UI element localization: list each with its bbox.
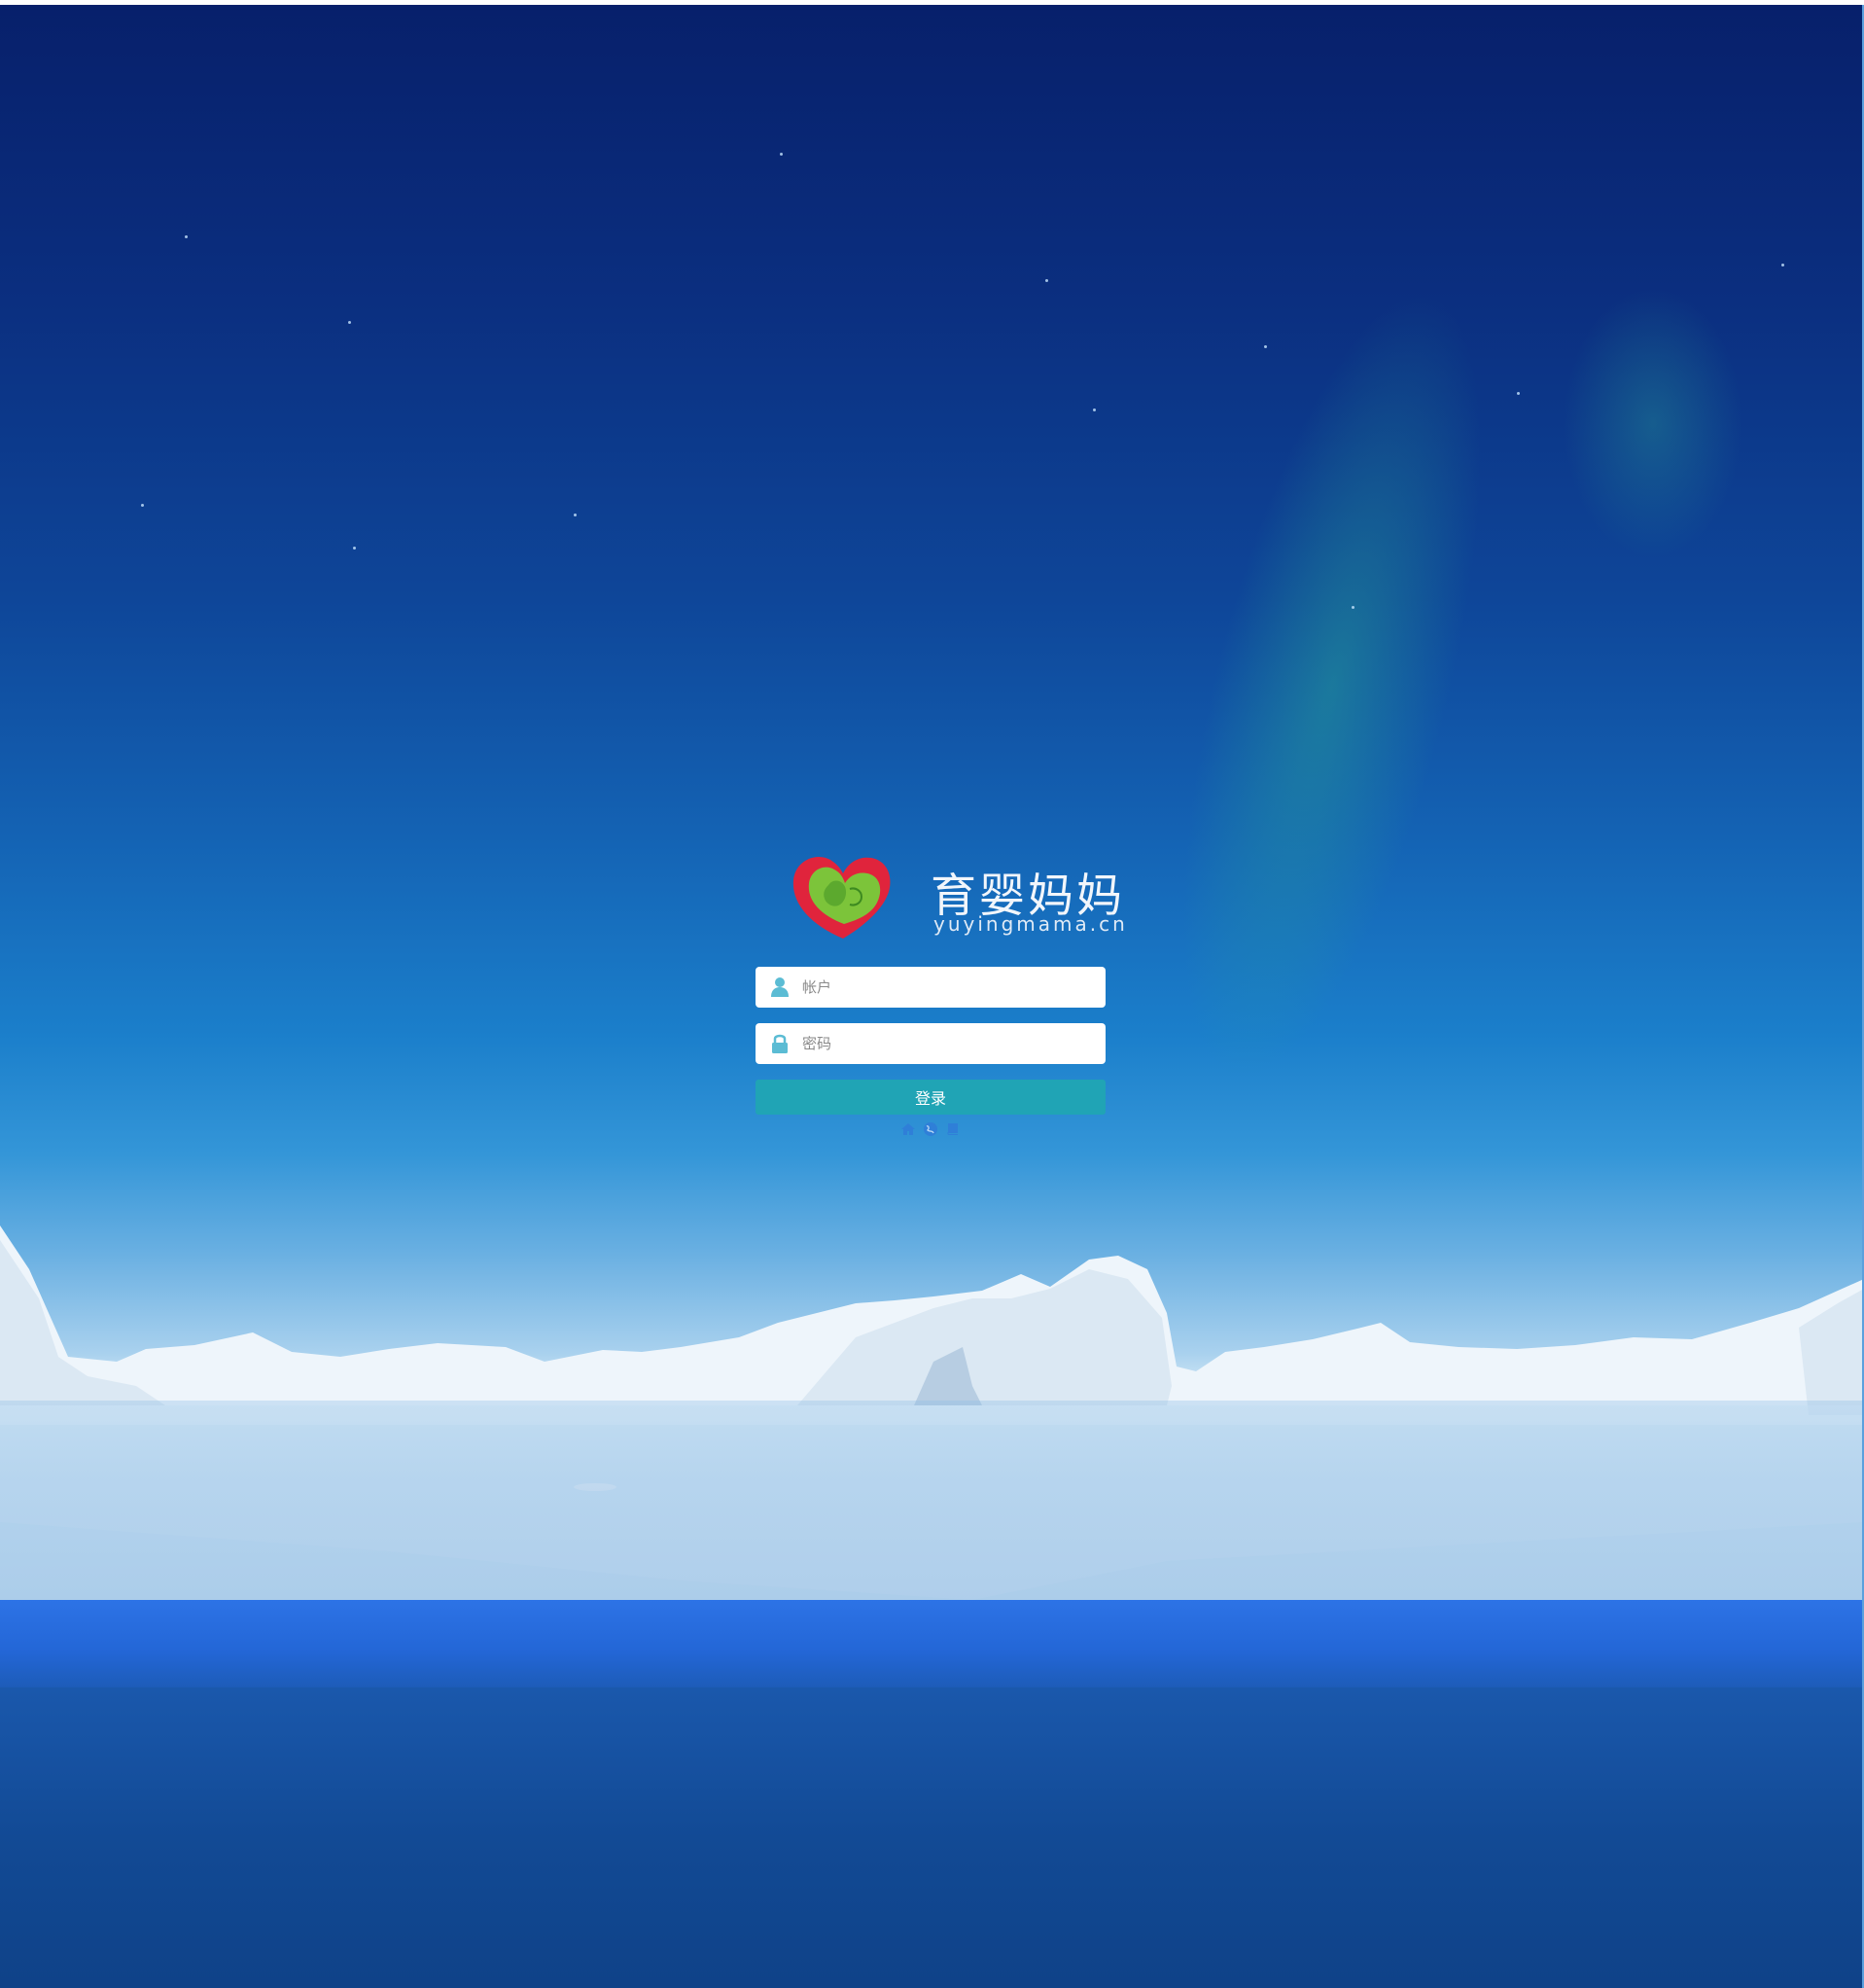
brand-subtitle: yuyingmama.cn <box>933 912 1128 936</box>
home-icon[interactable] <box>900 1121 916 1137</box>
user-icon <box>771 977 789 997</box>
brand-logo: 育婴妈妈 yuyingmama.cn <box>790 846 1125 943</box>
lock-icon <box>772 1034 788 1053</box>
water-band <box>0 1600 1864 1687</box>
footer-links <box>756 1118 1106 1137</box>
globe-icon[interactable] <box>923 1121 938 1137</box>
password-field[interactable] <box>756 1023 1106 1064</box>
account-field[interactable] <box>756 967 1106 1008</box>
book-icon[interactable] <box>945 1121 961 1137</box>
password-input[interactable] <box>802 1023 1094 1064</box>
login-button[interactable]: 登录 <box>756 1080 1106 1115</box>
account-input[interactable] <box>802 967 1094 1008</box>
deep-water <box>0 1687 1864 1988</box>
heart-baby-logo-icon <box>792 856 891 939</box>
water-reflection <box>0 1401 1864 1600</box>
